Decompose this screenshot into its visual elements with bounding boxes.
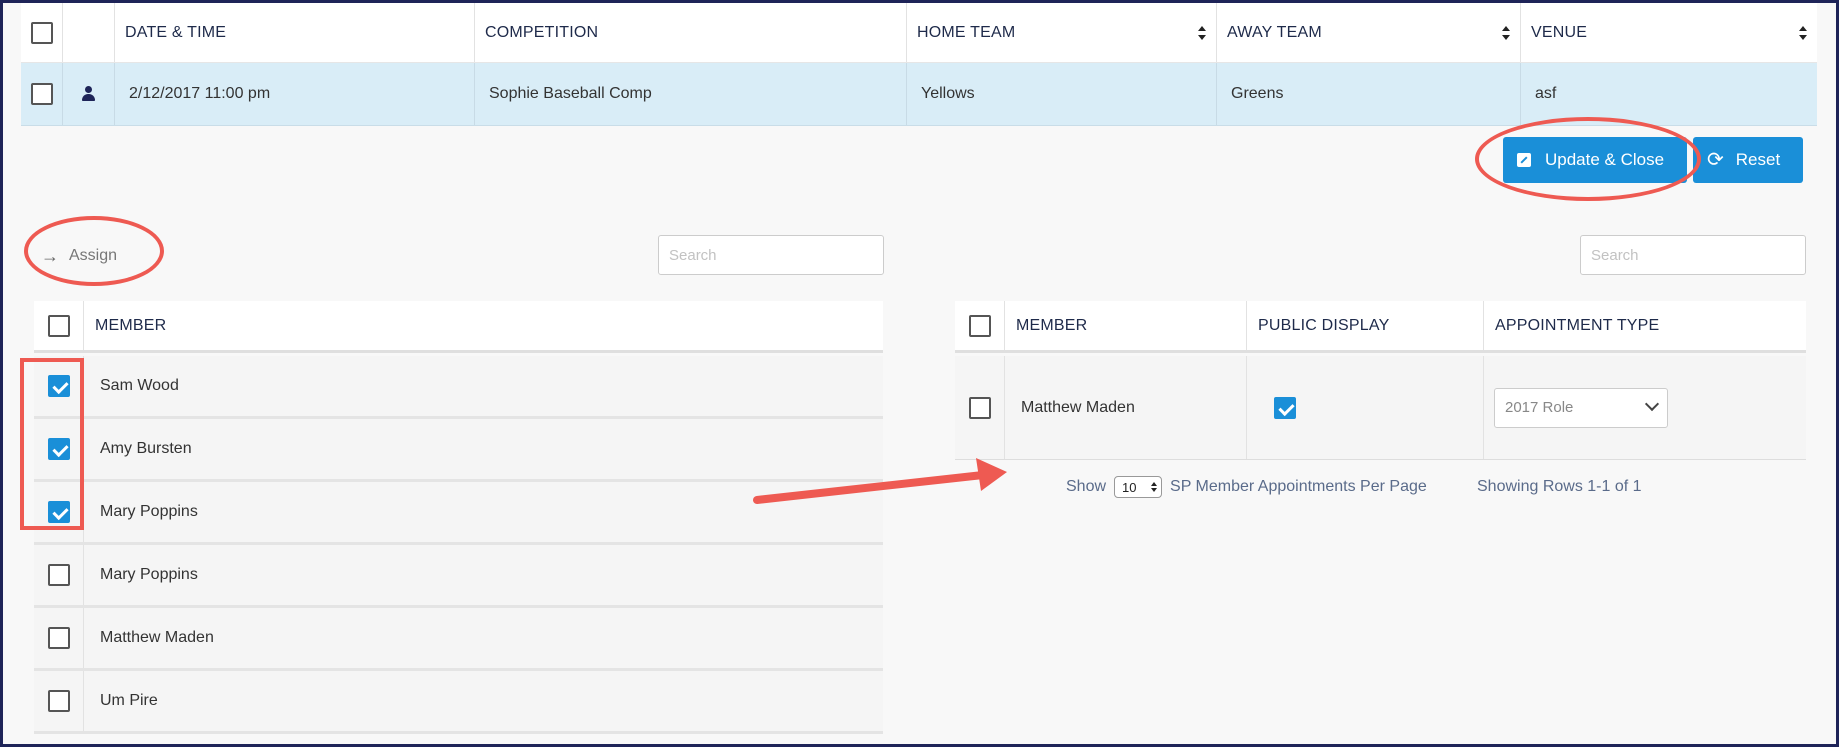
- sort-icon[interactable]: [1502, 25, 1510, 40]
- left-select-all-checkbox[interactable]: [47, 314, 70, 337]
- event-row-checkbox[interactable]: [30, 83, 53, 105]
- spinner-arrows-icon: [1151, 482, 1158, 492]
- event-competition: Sophie Baseball Comp: [489, 85, 652, 102]
- sort-icon[interactable]: [1799, 25, 1807, 40]
- member-name: Um Pire: [100, 692, 158, 709]
- appointment-type-select[interactable]: 2017 Role: [1494, 387, 1668, 428]
- competition-header-label: COMPETITION: [485, 23, 599, 41]
- left-member-header: MEMBER: [84, 301, 883, 350]
- left-search-input[interactable]: [658, 235, 884, 275]
- public-display-header: PUBLIC DISPLAY: [1247, 301, 1484, 350]
- select-all-events-checkbox[interactable]: [30, 21, 53, 44]
- venue-header[interactable]: VENUE: [1521, 3, 1817, 62]
- member-name: Matthew Maden: [100, 629, 214, 646]
- member-row-checkbox[interactable]: [47, 564, 70, 586]
- competition-header[interactable]: COMPETITION: [475, 3, 907, 62]
- select-all-events-cell: [21, 3, 63, 62]
- left-member-header-label: MEMBER: [95, 316, 167, 334]
- member-name: Sam Wood: [100, 377, 179, 394]
- annotation-ellipse-assign: [24, 216, 164, 286]
- member-name-cell: Amy Bursten: [84, 419, 883, 479]
- event-competition-cell: Sophie Baseball Comp: [475, 63, 907, 125]
- member-name-cell: Mary Poppins: [84, 482, 883, 542]
- event-away-team: Greens: [1231, 85, 1284, 102]
- events-table-header: DATE & TIME COMPETITION HOME TEAM AWAY T…: [21, 3, 1817, 63]
- member-row[interactable]: Matthew Maden: [34, 608, 883, 671]
- home-team-header-label: HOME TEAM: [917, 23, 1016, 41]
- member-name: Amy Bursten: [100, 440, 192, 457]
- appointment-row[interactable]: Matthew Maden 2017 Role: [955, 356, 1806, 460]
- refresh-icon: ⟳: [1707, 149, 1724, 171]
- left-select-all-cell: [34, 301, 84, 350]
- chevron-down-icon: [1644, 396, 1660, 411]
- event-row-checkbox-cell: [21, 63, 63, 125]
- person-icon: [81, 86, 97, 102]
- away-team-header[interactable]: AWAY TEAM: [1217, 3, 1521, 62]
- appointment-member-name: Matthew Maden: [1021, 398, 1135, 416]
- pager-per-page-suffix: SP Member Appointments Per Page: [1170, 478, 1427, 495]
- member-row-checkbox-cell: [34, 545, 84, 605]
- annotation-rect-checked-members: [20, 358, 84, 530]
- member-row[interactable]: Mary Poppins: [34, 482, 883, 545]
- event-home-team-cell: Yellows: [907, 63, 1217, 125]
- pager-show-label: Show: [1066, 478, 1107, 495]
- home-team-header[interactable]: HOME TEAM: [907, 3, 1217, 62]
- member-row-checkbox-cell: [34, 608, 84, 668]
- left-member-table-header: MEMBER: [34, 301, 883, 353]
- event-row[interactable]: 2/12/2017 11:00 pm Sophie Baseball Comp …: [21, 63, 1817, 126]
- member-row-checkbox[interactable]: [47, 690, 70, 712]
- appointment-row-checkbox-cell: [955, 356, 1005, 459]
- reset-label: Reset: [1735, 150, 1781, 169]
- member-name-cell: Um Pire: [84, 671, 883, 731]
- public-display-header-label: PUBLIC DISPLAY: [1258, 316, 1390, 334]
- event-home-team: Yellows: [921, 85, 975, 102]
- appointment-member-cell: Matthew Maden: [1005, 356, 1247, 459]
- member-name-cell: Mary Poppins: [84, 545, 883, 605]
- showing-rows-label: Showing Rows 1-1 of 1: [1477, 478, 1642, 495]
- event-date-time-cell: 2/12/2017 11:00 pm: [115, 63, 475, 125]
- appointment-type-header: APPOINTMENT TYPE: [1484, 301, 1806, 350]
- member-name-cell: Matthew Maden: [84, 608, 883, 668]
- event-date-time: 2/12/2017 11:00 pm: [129, 85, 271, 102]
- appointment-type-cell: 2017 Role: [1484, 356, 1806, 459]
- date-time-header[interactable]: DATE & TIME: [115, 3, 475, 62]
- right-select-all-cell: [955, 301, 1005, 350]
- member-row-checkbox[interactable]: [47, 627, 70, 649]
- venue-header-label: VENUE: [1531, 23, 1588, 41]
- appointment-row-checkbox[interactable]: [968, 396, 991, 419]
- away-team-header-label: AWAY TEAM: [1227, 23, 1322, 41]
- icon-column-header: [63, 3, 115, 62]
- reset-button[interactable]: ⟳ Reset: [1693, 137, 1803, 183]
- sort-icon[interactable]: [1198, 25, 1206, 40]
- event-venue: asf: [1535, 85, 1557, 102]
- right-member-table-header: MEMBER PUBLIC DISPLAY APPOINTMENT TYPE: [955, 301, 1806, 353]
- member-row[interactable]: Sam Wood: [34, 356, 883, 419]
- member-name-cell: Sam Wood: [84, 356, 883, 416]
- member-row[interactable]: Mary Poppins: [34, 545, 883, 608]
- showing-rows: Showing Rows 1-1 of 1: [1477, 475, 1642, 499]
- event-venue-cell: asf: [1521, 63, 1817, 125]
- public-display-cell: [1247, 356, 1484, 459]
- annotation-ellipse-update: [1475, 117, 1701, 201]
- member-row[interactable]: Um Pire: [34, 671, 883, 734]
- screenshot-frame: DATE & TIME COMPETITION HOME TEAM AWAY T…: [0, 0, 1839, 747]
- right-member-header: MEMBER: [1005, 301, 1247, 350]
- event-row-icon-cell: [63, 63, 115, 125]
- right-select-all-checkbox[interactable]: [968, 314, 991, 337]
- pager: Show 10 SP Member Appointments Per Page: [1066, 475, 1427, 499]
- per-page-value: 10: [1122, 479, 1137, 495]
- member-row-checkbox-cell: [34, 671, 84, 731]
- member-name: Mary Poppins: [100, 503, 198, 520]
- right-search-input[interactable]: [1580, 235, 1806, 275]
- appointment-type-value: 2017 Role: [1505, 399, 1574, 416]
- annotation-arrow-head: [976, 458, 1007, 491]
- member-name: Mary Poppins: [100, 566, 198, 583]
- event-away-team-cell: Greens: [1217, 63, 1521, 125]
- public-display-checkbox[interactable]: [1274, 396, 1296, 419]
- right-member-header-label: MEMBER: [1016, 316, 1088, 334]
- member-row[interactable]: Amy Bursten: [34, 419, 883, 482]
- per-page-select[interactable]: 10: [1114, 476, 1163, 498]
- appointment-type-header-label: APPOINTMENT TYPE: [1495, 316, 1660, 334]
- date-time-header-label: DATE & TIME: [125, 23, 227, 41]
